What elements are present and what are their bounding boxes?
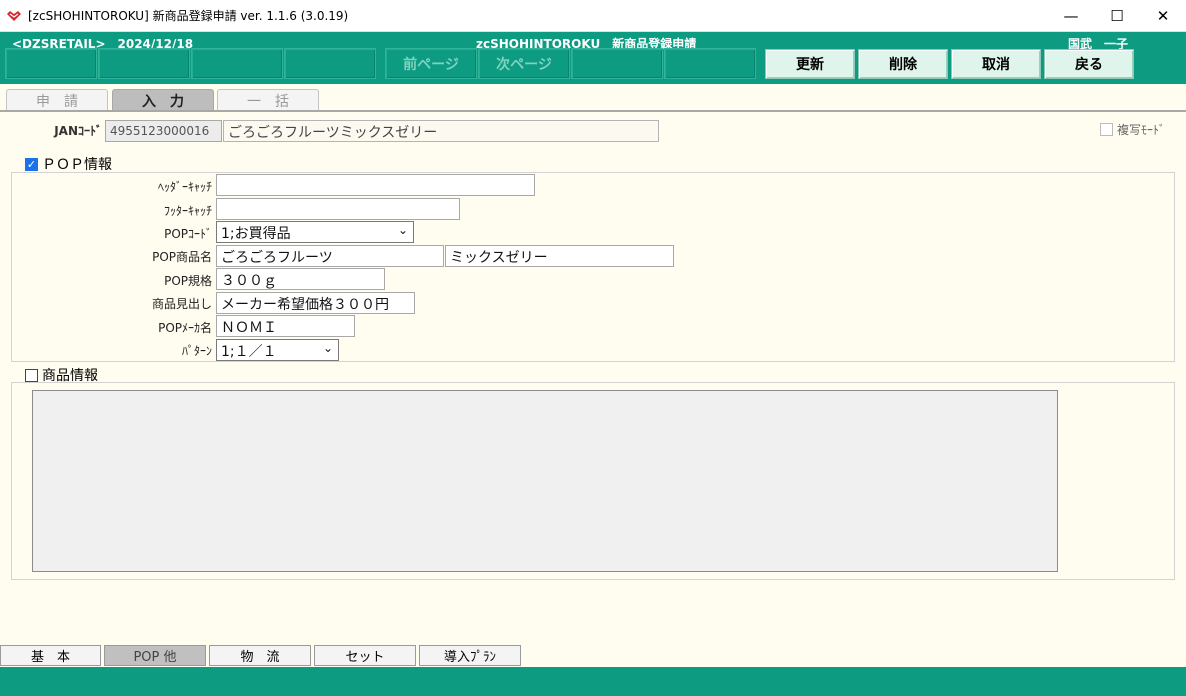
maximize-button[interactable]: ☐ bbox=[1094, 0, 1140, 32]
pop-name-input-2[interactable]: ミックスゼリー bbox=[445, 245, 674, 267]
delete-button[interactable]: 削除 bbox=[858, 49, 948, 79]
prev-page-button[interactable]: 前ページ bbox=[385, 48, 477, 79]
function-key-1[interactable] bbox=[5, 48, 97, 79]
tab-divider bbox=[0, 110, 1186, 112]
pop-maker-input[interactable]: ＮＯＭＩ bbox=[216, 315, 355, 337]
function-key-8[interactable] bbox=[664, 48, 756, 79]
pop-maker-label: POPﾒｰｶ名 bbox=[158, 321, 212, 335]
pattern-select[interactable]: 1;１／１ ⌄ bbox=[216, 339, 339, 361]
app-logo-icon bbox=[7, 10, 21, 21]
window-title: [zcSHOHINTOROKU] 新商品登録申請 ver. 1.1.6 (3.0… bbox=[28, 9, 349, 23]
copy-mode-checkbox[interactable] bbox=[1100, 123, 1113, 136]
pop-section-label: ＰＯＰ情報 bbox=[42, 157, 112, 173]
app-header: <DZSRETAIL> 2024/12/18 zcSHOHINTOROKU 新商… bbox=[0, 32, 1186, 84]
pop-code-select[interactable]: 1;お買得品 ⌄ bbox=[216, 221, 414, 243]
headline-label: 商品見出し bbox=[151, 297, 212, 311]
tab-application[interactable]: 申請 bbox=[6, 89, 108, 111]
pop-name-input-1[interactable]: ごろごろフルーツ bbox=[216, 245, 444, 267]
copy-mode-label: 複写ﾓｰﾄﾞ bbox=[1117, 123, 1166, 137]
mode-tabs: 申請 入力 一括 bbox=[0, 87, 1186, 111]
chevron-down-icon: ⌄ bbox=[322, 341, 333, 355]
pattern-label: ﾊﾟﾀｰﾝ bbox=[181, 344, 212, 358]
tab-set[interactable]: セット bbox=[314, 645, 416, 666]
pattern-value: 1;１／１ bbox=[221, 344, 277, 360]
tab-introduction-plan[interactable]: 導入ﾌﾟﾗﾝ bbox=[419, 645, 521, 666]
back-button[interactable]: 戻る bbox=[1044, 49, 1134, 79]
pop-section-toggle[interactable]: ✓ ＰＯＰ情報 bbox=[25, 154, 112, 174]
product-name-field[interactable]: ごろごろフルーツミックスゼリー bbox=[223, 120, 659, 142]
tab-logistics[interactable]: 物 流 bbox=[209, 645, 311, 666]
chevron-down-icon: ⌄ bbox=[397, 223, 408, 237]
header-catch-label: ﾍｯﾀﾞｰｷｬｯﾁ bbox=[157, 180, 212, 194]
close-button[interactable]: ✕ bbox=[1140, 0, 1186, 32]
tab-pop-other[interactable]: POP 他 bbox=[104, 645, 206, 666]
tab-basic[interactable]: 基 本 bbox=[0, 645, 101, 666]
pop-code-label: POPｺｰﾄﾞ bbox=[164, 227, 212, 241]
pop-spec-input[interactable]: ３００ｇ bbox=[216, 268, 385, 290]
cancel-button[interactable]: 取消 bbox=[951, 49, 1041, 79]
pop-code-value: 1;お買得品 bbox=[221, 226, 291, 242]
function-key-3[interactable] bbox=[191, 48, 283, 79]
next-page-button[interactable]: 次ページ bbox=[478, 48, 570, 79]
headline-input[interactable]: メーカー希望価格３００円 bbox=[216, 292, 415, 314]
status-bar bbox=[0, 667, 1186, 696]
tab-bulk[interactable]: 一括 bbox=[217, 89, 319, 111]
product-info-content-area bbox=[32, 390, 1058, 572]
function-key-7[interactable] bbox=[571, 48, 663, 79]
pop-spec-label: POP規格 bbox=[164, 274, 212, 288]
jan-code-field[interactable]: 4955123000016 bbox=[105, 120, 222, 142]
pop-name-label: POP商品名 bbox=[152, 250, 212, 264]
title-bar: [zcSHOHINTOROKU] 新商品登録申請 ver. 1.1.6 (3.0… bbox=[0, 0, 1186, 32]
jan-code-label: JANｺｰﾄﾞ bbox=[54, 124, 102, 138]
function-key-4[interactable] bbox=[284, 48, 376, 79]
update-button[interactable]: 更新 bbox=[765, 49, 855, 79]
footer-catch-label: ﾌｯﾀｰｷｬｯﾁ bbox=[163, 204, 212, 218]
product-info-checkbox[interactable] bbox=[25, 368, 38, 382]
pop-section-checkbox[interactable]: ✓ bbox=[25, 157, 38, 171]
minimize-button[interactable]: — bbox=[1048, 0, 1094, 32]
function-key-2[interactable] bbox=[98, 48, 190, 79]
tab-input[interactable]: 入力 bbox=[112, 89, 214, 111]
header-catch-input[interactable] bbox=[216, 174, 535, 196]
copy-mode-toggle[interactable]: 複写ﾓｰﾄﾞ bbox=[1100, 121, 1165, 138]
footer-catch-input[interactable] bbox=[216, 198, 460, 220]
